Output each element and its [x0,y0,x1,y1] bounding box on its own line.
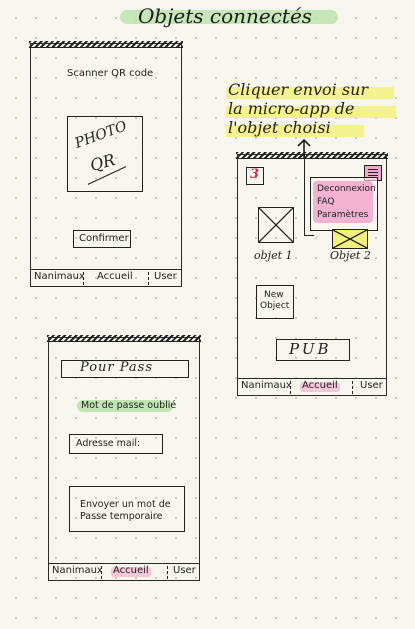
object-1-label: objet 1 [254,249,293,262]
qr-scan-screen: Scanner QR code PHOTO QR Confirmer Nanim… [29,41,183,287]
nav-footer: Nanimaux Accueil User [238,378,386,395]
send-label-line-2: Passe temporaire [80,511,163,522]
pub-banner[interactable]: PUB [276,339,350,361]
screen-top-bar [236,152,388,159]
object-2-label: Objet 2 [330,249,371,262]
send-temp-password-button[interactable]: Envoyer un mot de Passe temporaire [69,486,185,532]
menu-dropdown: Deconnexion FAQ Paramètres [310,177,378,231]
photo-label: PHOTO [72,118,130,152]
new-object-button[interactable]: New Object [256,285,294,319]
qr-heading: Scanner QR code [67,68,154,79]
nav-nanimaux[interactable]: Nanimaux [34,271,85,282]
connector-line-bottom [304,235,314,236]
nav-user[interactable]: User [154,271,177,282]
placeholder-image-icon [332,229,368,249]
nav-nanimaux[interactable]: Nanimaux [52,565,103,576]
menu-item-faq[interactable]: FAQ [317,197,334,207]
annotation-line-1: Cliquer envoi sur [228,80,369,99]
password-header-box: Pour Pass [61,360,189,378]
screen-top-bar [29,41,183,48]
email-placeholder: Adresse mail: [76,438,141,449]
new-object-line-2: Object [260,301,290,311]
object-2-image[interactable] [332,229,368,249]
annotation-line-2: la micro-app de [228,99,355,118]
menu-item-deconnexion[interactable]: Deconnexion [317,184,376,194]
nav-accueil[interactable]: Accueil [113,565,149,576]
email-input[interactable]: Adresse mail: [69,434,163,454]
connector-line [304,151,305,235]
badge-count: 3 [250,167,260,182]
nav-accueil[interactable]: Accueil [97,271,133,282]
dashboard-screen: 3 Deconnexion FAQ Paramètres objet 1 Obj… [236,151,388,396]
password-screen: Pour Pass Mot de passe oublié Adresse ma… [47,335,201,581]
confirm-button[interactable]: Confirmer [73,230,131,248]
notification-badge[interactable]: 3 [246,167,264,185]
send-label-line-1: Envoyer un mot de [80,499,171,510]
forgot-password-link[interactable]: Mot de passe oublié [81,400,176,411]
pub-label: PUB [289,340,332,358]
menu-item-parametres[interactable]: Paramètres [317,210,368,220]
object-1-image[interactable] [258,207,294,243]
nav-user[interactable]: User [360,380,383,391]
nav-accueil[interactable]: Accueil [302,380,338,391]
screen-top-bar [47,335,201,342]
nav-nanimaux[interactable]: Nanimaux [241,380,292,391]
nav-footer: Nanimaux Accueil User [49,563,199,580]
password-header: Pour Pass [80,360,154,375]
placeholder-image-icon [258,207,294,243]
nav-footer: Nanimaux Accueil User [31,269,181,286]
nav-user[interactable]: User [173,565,196,576]
qr-photo-frame: PHOTO QR [67,116,143,192]
annotation-line-3: l'objet choisi [228,118,331,137]
new-object-line-1: New [264,290,284,300]
confirm-label: Confirmer [79,233,129,244]
page-title: Objets connectés [138,4,313,28]
